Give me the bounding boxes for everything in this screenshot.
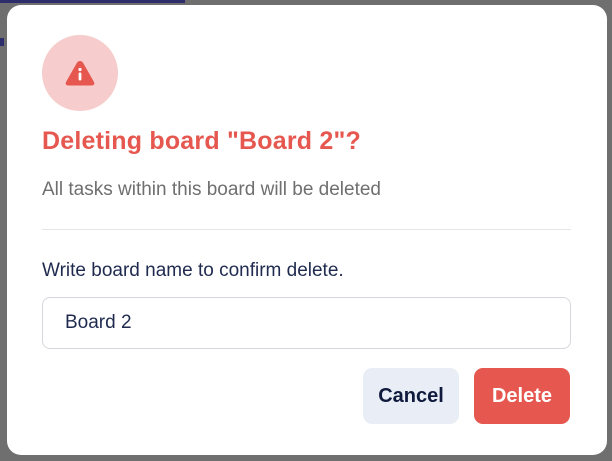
delete-board-dialog: Deleting board "Board 2"? All tasks with… bbox=[7, 5, 607, 455]
dialog-subtitle: All tasks within this board will be dele… bbox=[42, 179, 382, 200]
board-name-input[interactable] bbox=[42, 297, 571, 349]
dialog-title: Deleting board "Board 2"? bbox=[42, 127, 362, 155]
cancel-button[interactable]: Cancel bbox=[363, 368, 459, 424]
background-fragment bbox=[0, 38, 4, 46]
warning-icon-badge bbox=[42, 35, 118, 111]
warning-info-triangle-icon bbox=[65, 61, 95, 86]
divider bbox=[42, 229, 571, 230]
background-underline bbox=[0, 0, 185, 3]
delete-button[interactable]: Delete bbox=[474, 368, 570, 424]
confirm-label: Write board name to confirm delete. bbox=[42, 260, 344, 281]
